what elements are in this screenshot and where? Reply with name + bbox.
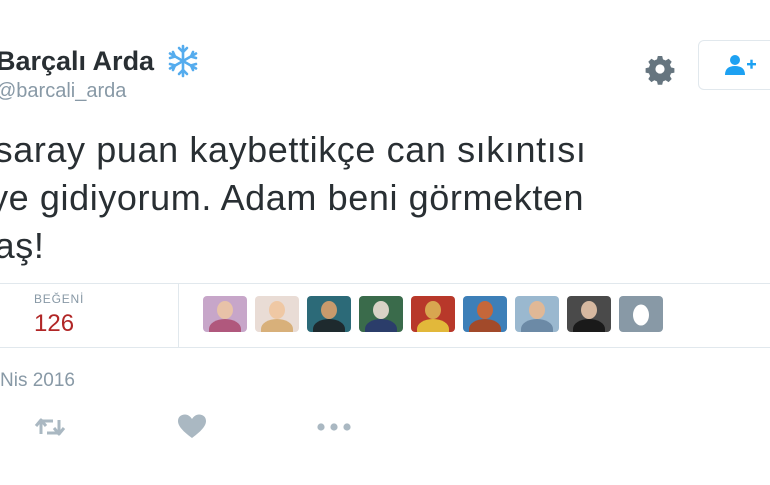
liker-avatar[interactable] <box>307 296 351 332</box>
egg-icon <box>633 304 649 326</box>
snowflake-icon <box>168 44 198 78</box>
display-name[interactable]: Barçalı Arda <box>0 46 154 77</box>
liker-avatar[interactable] <box>203 296 247 332</box>
retweet-icon <box>34 418 66 436</box>
follow-button[interactable] <box>698 40 770 90</box>
heart-icon <box>178 414 206 438</box>
default-avatar-egg[interactable] <box>619 296 663 332</box>
user-header: Barçalı Arda <box>0 44 200 78</box>
tweet-page: Barçalı Arda @barcali_arda saray puan ka… <box>0 0 770 485</box>
liker-avatar[interactable] <box>411 296 455 332</box>
add-user-icon <box>725 55 756 75</box>
more-dots-icon <box>317 423 351 431</box>
tweet-date[interactable]: Nis 2016 <box>0 370 75 392</box>
likes-label: BEĞENİ <box>34 292 85 306</box>
screen-name[interactable]: @barcali_arda <box>0 80 126 103</box>
retweet-button[interactable] <box>32 412 68 442</box>
liker-avatars <box>203 296 663 332</box>
gear-icon[interactable] <box>642 50 678 86</box>
tweet-text: asaray puan kaybettikçe can sıkıntısı i'… <box>0 129 587 266</box>
more-button[interactable] <box>316 412 352 442</box>
liker-avatar[interactable] <box>359 296 403 332</box>
liker-avatar[interactable] <box>515 296 559 332</box>
liker-avatar[interactable] <box>463 296 507 332</box>
liker-avatar[interactable] <box>567 296 611 332</box>
stats-separator <box>178 283 179 347</box>
stats-bottom-divider <box>0 347 770 348</box>
stats-top-divider <box>0 283 770 284</box>
liker-avatar[interactable] <box>255 296 299 332</box>
tweet-actions <box>0 412 770 442</box>
like-button[interactable] <box>174 412 210 442</box>
likes-count[interactable]: 126 <box>34 310 74 338</box>
